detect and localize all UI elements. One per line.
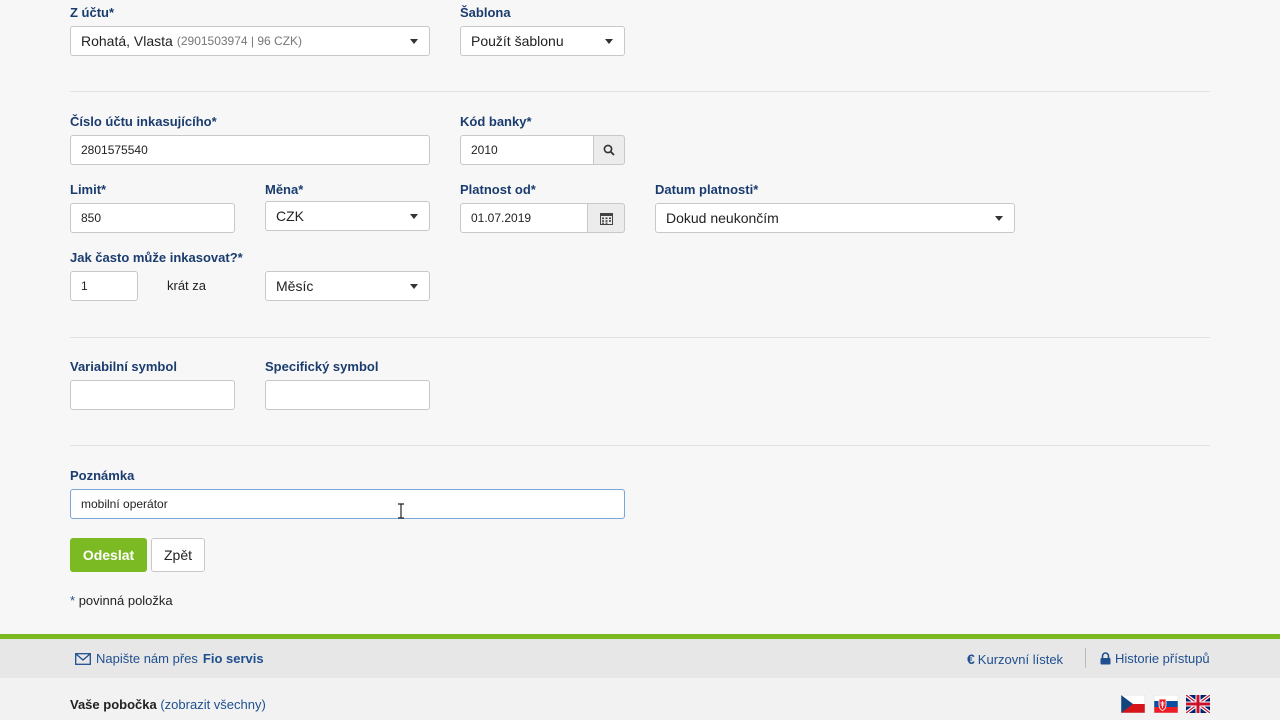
chevron-down-icon	[605, 39, 613, 44]
chevron-down-icon	[410, 214, 418, 219]
chevron-down-icon	[410, 284, 418, 289]
divider	[70, 337, 1210, 338]
divider	[70, 445, 1210, 446]
search-icon	[603, 144, 615, 156]
text-cursor-icon	[398, 503, 404, 519]
template-label: Šablona	[460, 5, 511, 20]
account-detail: (2901503974 | 96 CZK)	[176, 34, 303, 48]
uk-flag-icon[interactable]	[1186, 695, 1210, 713]
bank-code-input[interactable]: 2010	[460, 135, 594, 165]
czech-flag-icon[interactable]	[1121, 695, 1145, 713]
valid-from-label: Platnost od*	[460, 182, 536, 197]
valid-until-select[interactable]: Dokud neukončím	[655, 203, 1015, 233]
collector-account-input[interactable]: 2801575540	[70, 135, 430, 165]
valid-from-input[interactable]: 01.07.2019	[460, 203, 588, 233]
note-input[interactable]: mobilní operátor	[70, 489, 625, 519]
submit-button[interactable]: Odeslat	[70, 538, 147, 572]
branch-label: Vaše pobočka	[70, 697, 157, 712]
collector-account-label: Číslo účtu inkasujícího*	[70, 114, 217, 129]
currency-select[interactable]: CZK	[265, 201, 430, 231]
account-select[interactable]: Rohatá, Vlasta (2901503974 | 96 CZK)	[70, 26, 430, 56]
exchange-rates-text: Kurzovní lístek	[977, 651, 1064, 667]
lock-icon	[1100, 652, 1111, 665]
required-note-text: povinná položka	[78, 593, 173, 608]
currency-label: Měna*	[265, 182, 304, 197]
note-label: Poznámka	[70, 468, 135, 483]
bank-code-value: 2010	[471, 143, 498, 157]
euro-icon: €	[967, 651, 975, 667]
frequency-count-value: 1	[81, 279, 88, 293]
variable-symbol-label: Variabilní symbol	[70, 359, 177, 374]
branch-info: Vaše pobočka (zobrazit všechny)	[70, 697, 266, 712]
show-all-branches-link[interactable]: (zobrazit všechny)	[160, 697, 265, 712]
bank-code-label: Kód banky*	[460, 114, 532, 129]
envelope-icon	[75, 652, 91, 665]
access-history-link[interactable]: Historie přístupů	[1100, 651, 1210, 666]
specific-symbol-input[interactable]	[265, 380, 430, 410]
date-picker-button[interactable]	[587, 203, 625, 233]
note-value: mobilní operátor	[81, 497, 168, 511]
chevron-down-icon	[410, 39, 418, 44]
required-note: * povinná položka	[70, 593, 173, 608]
frequency-count-input[interactable]: 1	[70, 271, 138, 301]
times-per-text: krát za	[167, 278, 207, 293]
calendar-icon	[599, 212, 613, 225]
valid-until-value: Dokud neukončím	[666, 210, 779, 226]
chevron-down-icon	[995, 216, 1003, 221]
template-value: Použít šablonu	[471, 33, 564, 49]
period-value: Měsíc	[276, 278, 314, 294]
variable-symbol-input[interactable]	[70, 380, 235, 410]
fio-servis-link[interactable]: Fio servis	[203, 651, 264, 666]
specific-symbol-label: Specifický symbol	[265, 359, 379, 374]
required-star: *	[70, 593, 76, 608]
back-button[interactable]: Zpět	[151, 538, 205, 572]
divider	[70, 91, 1210, 92]
footer-separator	[1085, 648, 1086, 668]
collector-account-value: 2801575540	[81, 143, 148, 157]
period-select[interactable]: Měsíc	[265, 271, 430, 301]
limit-value: 850	[81, 211, 102, 225]
account-label: Z účtu*	[70, 5, 115, 20]
account-name: Rohatá, Vlasta	[81, 33, 173, 49]
bank-code-search-button[interactable]	[593, 135, 625, 165]
frequency-label: Jak často může inkasovat?*	[70, 250, 243, 265]
exchange-rates-link[interactable]: € Kurzovní lístek	[967, 651, 1063, 667]
slovak-flag-icon[interactable]	[1154, 695, 1178, 713]
access-history-text: Historie přístupů	[1115, 651, 1210, 666]
valid-from-value: 01.07.2019	[471, 211, 532, 225]
template-select[interactable]: Použít šablonu	[460, 26, 625, 56]
write-us-prefix: Napište nám přes	[96, 651, 198, 666]
limit-label: Limit*	[70, 182, 107, 197]
valid-until-label: Datum platnosti*	[655, 182, 759, 197]
write-us-link[interactable]: Napište nám přes Fio servis	[75, 651, 264, 666]
limit-input[interactable]: 850	[70, 203, 235, 233]
currency-value: CZK	[276, 208, 304, 224]
